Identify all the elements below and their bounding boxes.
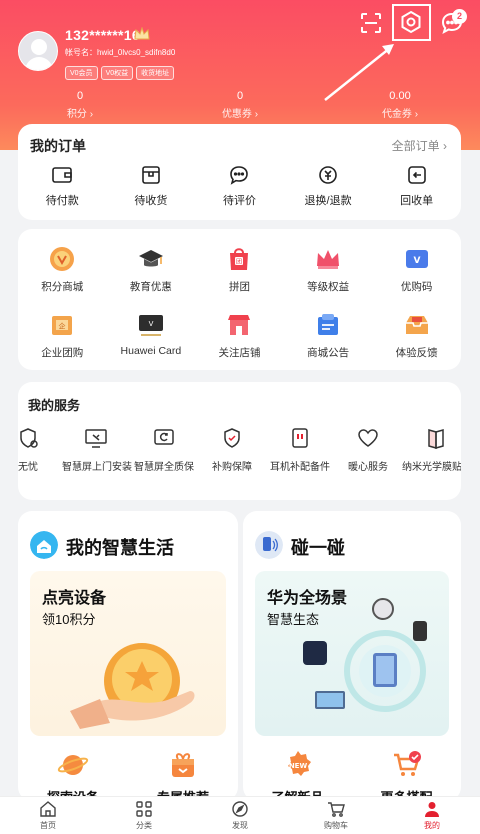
education-discount-item[interactable]: 教育优惠	[107, 245, 196, 294]
service-worry-free[interactable]: 无忧	[18, 426, 62, 473]
svg-text:团: 团	[236, 259, 242, 266]
points-mall-item[interactable]: 积分商城	[18, 245, 107, 294]
feedback-item[interactable]: 体验反馈	[372, 311, 461, 360]
notice-icon	[318, 314, 339, 335]
scan-icon[interactable]	[358, 10, 384, 36]
follow-store-item[interactable]: 关注店铺	[195, 311, 284, 360]
new-products[interactable]: NEW 了解新品	[243, 749, 352, 801]
service-nano-film[interactable]: 纳米光学膜贴膜	[402, 426, 461, 473]
points-mall-icon	[50, 247, 75, 271]
tab-category[interactable]: 分类	[96, 797, 192, 834]
all-orders-link[interactable]: 全部订单 ›	[392, 137, 447, 154]
smart-life-card[interactable]: 我的智慧生活 点亮设备 领10积分 探索设备 专属推荐	[18, 511, 238, 801]
badge-row: V0会员 V0权益 收货地址	[65, 66, 175, 80]
recycle-icon	[407, 166, 426, 184]
tab-home[interactable]: 首页	[0, 797, 96, 834]
orders-card: 我的订单 全部订单 › 待付款 待收货 待评价 退换/退款 回收单	[18, 124, 461, 220]
message-count-badge: 2	[452, 9, 467, 24]
huawei-card-icon: V	[138, 315, 163, 336]
cart-icon	[328, 802, 345, 817]
service-earphone-parts[interactable]: 耳机补配备件	[266, 426, 334, 473]
heart-icon	[358, 429, 378, 447]
services-card: 我的服务 无忧 智慧屏上门安装 智慧屏全质保 补购保障 耳机补配备件 暖心服务 …	[18, 382, 461, 500]
film-icon	[428, 429, 444, 449]
refund-icon	[319, 166, 337, 184]
vip-code-item[interactable]: V 优购码	[372, 245, 461, 294]
cart-check-icon	[393, 751, 421, 776]
orders-title: 我的订单	[30, 138, 86, 154]
member-rights-badge[interactable]: V0权益	[100, 66, 134, 80]
tab-profile[interactable]: 我的	[384, 797, 480, 834]
gear-icon[interactable]	[398, 9, 424, 35]
service-tv-warranty[interactable]: 智慧屏全质保	[130, 426, 198, 473]
tap-icon	[255, 531, 283, 559]
tap-title: 碰一碰	[291, 538, 345, 558]
bottom-tab-bar: 首页 分类 发现 购物车 我的	[0, 796, 480, 834]
tab-cart[interactable]: 购物车	[288, 797, 384, 834]
order-pending-receipt[interactable]: 待收货	[107, 164, 196, 208]
address-badge[interactable]: 收货地址	[136, 66, 175, 80]
username[interactable]: 132******16	[65, 27, 140, 43]
order-pending-review[interactable]: 待评价	[195, 164, 284, 208]
vip-crown-icon	[134, 27, 150, 40]
more-combos[interactable]: 更多搭配	[352, 749, 461, 801]
light-device-promo[interactable]: 点亮设备 领10积分	[30, 571, 226, 736]
tv-warranty-icon	[154, 429, 174, 445]
wallet-icon	[52, 167, 73, 183]
all-scenario-promo[interactable]: 华为全场景 智慧生态	[255, 571, 449, 736]
huawei-card-item[interactable]: V Huawei Card	[107, 311, 196, 360]
coupons-stat[interactable]: 0 优惠券 ›	[160, 90, 320, 120]
service-tv-install[interactable]: 智慧屏上门安装	[62, 426, 132, 473]
group-buy-item[interactable]: 团 拼团	[195, 245, 284, 294]
feedback-icon	[405, 316, 428, 334]
account-name: 帐号名：hwid_0lvcs0_sdifn8d0	[65, 48, 176, 57]
vouchers-stat[interactable]: 0.00 代金券 ›	[320, 90, 480, 120]
svg-text:V: V	[413, 256, 420, 266]
order-refund[interactable]: 退换/退款	[284, 164, 373, 208]
category-icon	[136, 801, 152, 817]
service-purchase-protect[interactable]: 补购保障	[198, 426, 266, 473]
smart-home-icon	[30, 531, 58, 559]
package-icon	[142, 166, 160, 184]
shield-clock-icon	[20, 428, 38, 448]
tv-install-icon	[85, 429, 107, 448]
services-title: 我的服务	[28, 398, 81, 413]
svg-text:V: V	[148, 320, 153, 328]
enterprise-item[interactable]: 企 企业团购	[18, 311, 107, 360]
exclusive-recommend[interactable]: 专属推荐	[128, 749, 238, 801]
svg-text:企: 企	[59, 322, 66, 331]
avatar[interactable]	[18, 31, 58, 71]
earphone-icon	[292, 428, 308, 448]
points-stat[interactable]: 0 积分 ›	[0, 90, 160, 120]
new-badge-icon: NEW	[287, 751, 311, 776]
stats-row: 0 积分 › 0 优惠券 › 0.00 代金券 ›	[0, 90, 480, 120]
member-level-badge[interactable]: V0会员	[65, 66, 98, 80]
tab-discover[interactable]: 发现	[192, 797, 288, 834]
service-warm-heart[interactable]: 暖心服务	[334, 426, 402, 473]
order-pending-payment[interactable]: 待付款	[18, 164, 107, 208]
tap-card[interactable]: 碰一碰 华为全场景 智慧生态 NEW 了解新品 更多搭配	[243, 511, 461, 801]
shortcut-grid: 积分商城 教育优惠 团 拼团 等级权益 V 优购码 企 企业团购 V Huawe…	[18, 229, 461, 370]
level-rights-item[interactable]: 等级权益	[284, 245, 373, 294]
group-buy-icon: 团	[230, 248, 249, 270]
profile-icon	[425, 802, 439, 817]
enterprise-icon: 企	[52, 316, 73, 335]
home-icon	[40, 801, 56, 817]
mall-notice-item[interactable]: 商城公告	[284, 311, 373, 360]
compass-icon	[232, 801, 248, 817]
vip-code-icon: V	[405, 250, 428, 268]
explore-devices[interactable]: 探索设备	[18, 749, 128, 801]
graduation-cap-icon	[138, 250, 163, 267]
planet-icon	[57, 755, 89, 775]
smart-life-title: 我的智慧生活	[66, 538, 174, 558]
comment-icon	[230, 166, 249, 185]
svg-text:NEW: NEW	[288, 762, 307, 770]
store-icon	[228, 315, 251, 335]
coin-hand-illustration	[70, 643, 195, 729]
devices-illustration	[303, 598, 427, 712]
crown-icon	[317, 250, 340, 269]
gift-icon	[172, 753, 194, 777]
shield-check-icon	[224, 428, 240, 448]
order-recycle[interactable]: 回收单	[372, 164, 461, 208]
